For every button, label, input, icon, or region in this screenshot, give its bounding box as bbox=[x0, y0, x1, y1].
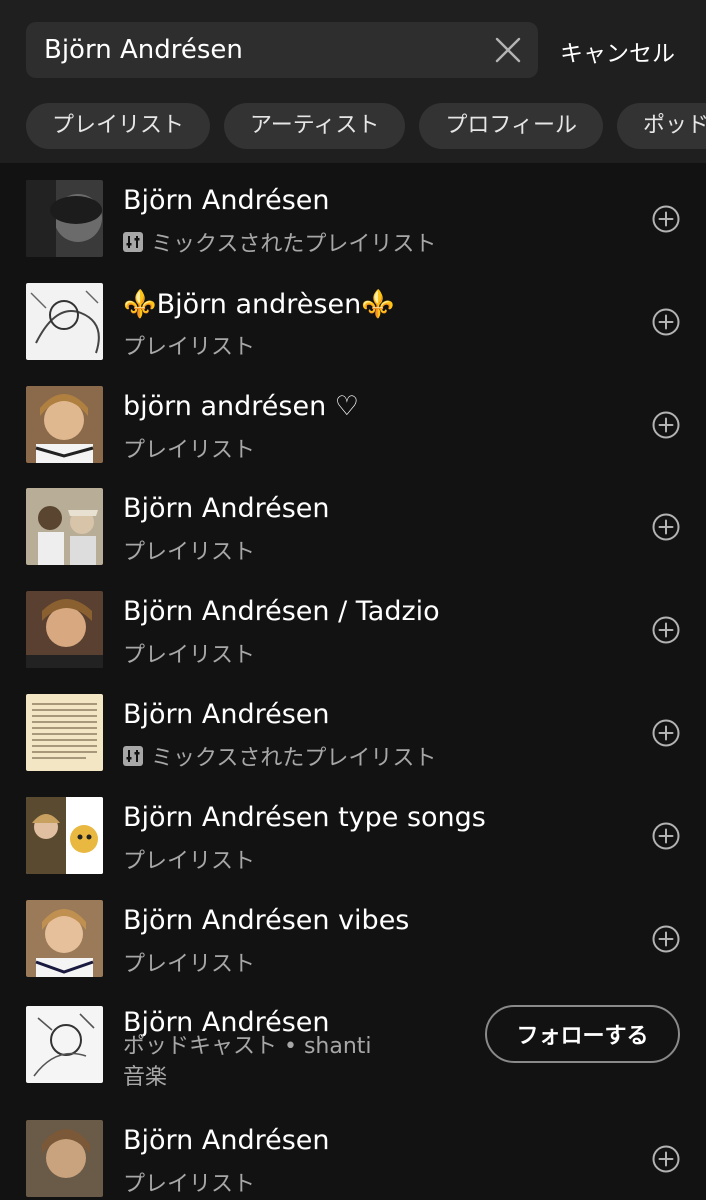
playlist-artwork bbox=[26, 693, 103, 771]
result-row[interactable]: Björn Andrésen / Tadzio プレイリスト bbox=[0, 574, 706, 677]
playlist-artwork bbox=[26, 1120, 103, 1198]
result-row[interactable]: Björn Andrésen プレイリスト bbox=[0, 1103, 706, 1200]
result-title: björn andrésen ♡ bbox=[123, 390, 359, 422]
filter-chip-podcasts[interactable]: ポッドキャスト bbox=[616, 103, 706, 149]
result-title: Björn Andrésen bbox=[123, 185, 330, 216]
playlist-artwork bbox=[26, 385, 103, 463]
result-row[interactable]: ⚜️Björn andrèsen⚜️ プレイリスト bbox=[0, 266, 706, 369]
playlist-artwork bbox=[26, 282, 103, 360]
result-subtitle: ミックスされたプレイリスト bbox=[123, 226, 436, 258]
search-input[interactable] bbox=[44, 22, 484, 78]
add-circle-icon[interactable] bbox=[651, 307, 681, 337]
result-subtitle-text: プレイリスト bbox=[123, 1172, 256, 1198]
mix-icon bbox=[123, 745, 143, 766]
result-subtitle-text: プレイリスト bbox=[123, 848, 256, 874]
add-circle-icon[interactable] bbox=[651, 204, 681, 234]
search-results-list: Björn Andrésen ミックスされたプレイリスト ⚜️Björn andrè… bbox=[0, 163, 706, 1200]
result-row[interactable]: Björn Andrésen プレイリスト bbox=[0, 471, 706, 574]
result-subtitle: プレイリスト bbox=[123, 1166, 255, 1198]
result-title: Björn Andrésen bbox=[123, 698, 330, 730]
result-subtitle-text: プレイリスト bbox=[123, 437, 256, 463]
result-subtitle-text: プレイリスト bbox=[123, 334, 256, 360]
result-title: Björn Andrésen vibes bbox=[123, 904, 410, 936]
playlist-artwork bbox=[26, 1006, 103, 1084]
result-row[interactable]: björn andrésen ♡ プレイリスト bbox=[0, 369, 706, 472]
cancel-button[interactable]: キャンセル bbox=[560, 34, 675, 68]
result-title: Björn Andrésen bbox=[123, 493, 330, 525]
playlist-artwork bbox=[26, 591, 103, 669]
result-subtitle: プレイリスト bbox=[123, 432, 255, 464]
result-subtitle: ミックスされたプレイリスト bbox=[123, 740, 436, 772]
result-row[interactable]: Björn Andrésen type songs プレイリスト bbox=[0, 780, 706, 883]
result-title: Björn Andrésen type songs bbox=[123, 801, 486, 833]
result-subtitle-text: プレイリスト bbox=[123, 951, 256, 977]
search-box[interactable] bbox=[26, 22, 538, 78]
result-subtitle-text: プレイリスト bbox=[123, 643, 256, 669]
playlist-artwork bbox=[26, 180, 103, 257]
filter-chips: プレイリスト アーティスト プロフィール ポッドキャスト bbox=[26, 103, 706, 149]
result-subtitle-text: ポッドキャスト • shanti bbox=[123, 1034, 372, 1060]
result-subtitle-line2: 音楽 bbox=[123, 1065, 168, 1091]
close-icon[interactable] bbox=[492, 34, 524, 66]
add-circle-icon[interactable] bbox=[651, 718, 681, 748]
search-header: キャンセル プレイリスト アーティスト プロフィール ポッドキャスト bbox=[0, 0, 706, 163]
result-subtitle-text: プレイリスト bbox=[123, 540, 256, 566]
add-circle-icon[interactable] bbox=[651, 1144, 681, 1174]
result-title: Björn Andrésen / Tadzio bbox=[123, 596, 440, 628]
result-subtitle-text: ミックスされたプレイリスト bbox=[151, 232, 437, 257]
result-subtitle: プレイリスト bbox=[123, 534, 255, 566]
result-subtitle: プレイリスト bbox=[123, 637, 255, 669]
mix-icon bbox=[123, 232, 143, 252]
playlist-artwork bbox=[26, 899, 103, 977]
result-subtitle: プレイリスト bbox=[123, 946, 255, 978]
playlist-artwork bbox=[26, 796, 103, 874]
add-circle-icon[interactable] bbox=[651, 924, 681, 954]
result-title: Björn Andrésen bbox=[123, 1125, 330, 1157]
result-row[interactable]: Björn Andrésen ポッドキャスト • shanti 音楽 フォローする bbox=[0, 985, 706, 1103]
result-subtitle: ポッドキャスト • shanti bbox=[123, 1028, 372, 1060]
result-subtitle-text: ミックスされたプレイリスト bbox=[151, 745, 437, 771]
result-row[interactable]: Björn Andrésen vibes プレイリスト bbox=[0, 883, 706, 986]
filter-chip-artists[interactable]: アーティスト bbox=[224, 103, 406, 149]
add-circle-icon[interactable] bbox=[651, 615, 681, 645]
result-subtitle: プレイリスト bbox=[123, 329, 255, 361]
result-row[interactable]: Björn Andrésen ミックスされたプレイリスト bbox=[0, 677, 706, 780]
result-title: ⚜️Björn andrèsen⚜️ bbox=[123, 288, 395, 320]
add-circle-icon[interactable] bbox=[651, 821, 681, 851]
follow-button[interactable]: フォローする bbox=[485, 1005, 680, 1064]
filter-chip-profiles[interactable]: プロフィール bbox=[419, 103, 603, 149]
result-row[interactable]: Björn Andrésen ミックスされたプレイリスト bbox=[0, 163, 706, 266]
playlist-artwork bbox=[26, 488, 103, 566]
filter-chip-playlists[interactable]: プレイリスト bbox=[26, 103, 211, 149]
add-circle-icon[interactable] bbox=[651, 410, 681, 440]
add-circle-icon[interactable] bbox=[651, 512, 681, 542]
result-subtitle: プレイリスト bbox=[123, 843, 255, 875]
